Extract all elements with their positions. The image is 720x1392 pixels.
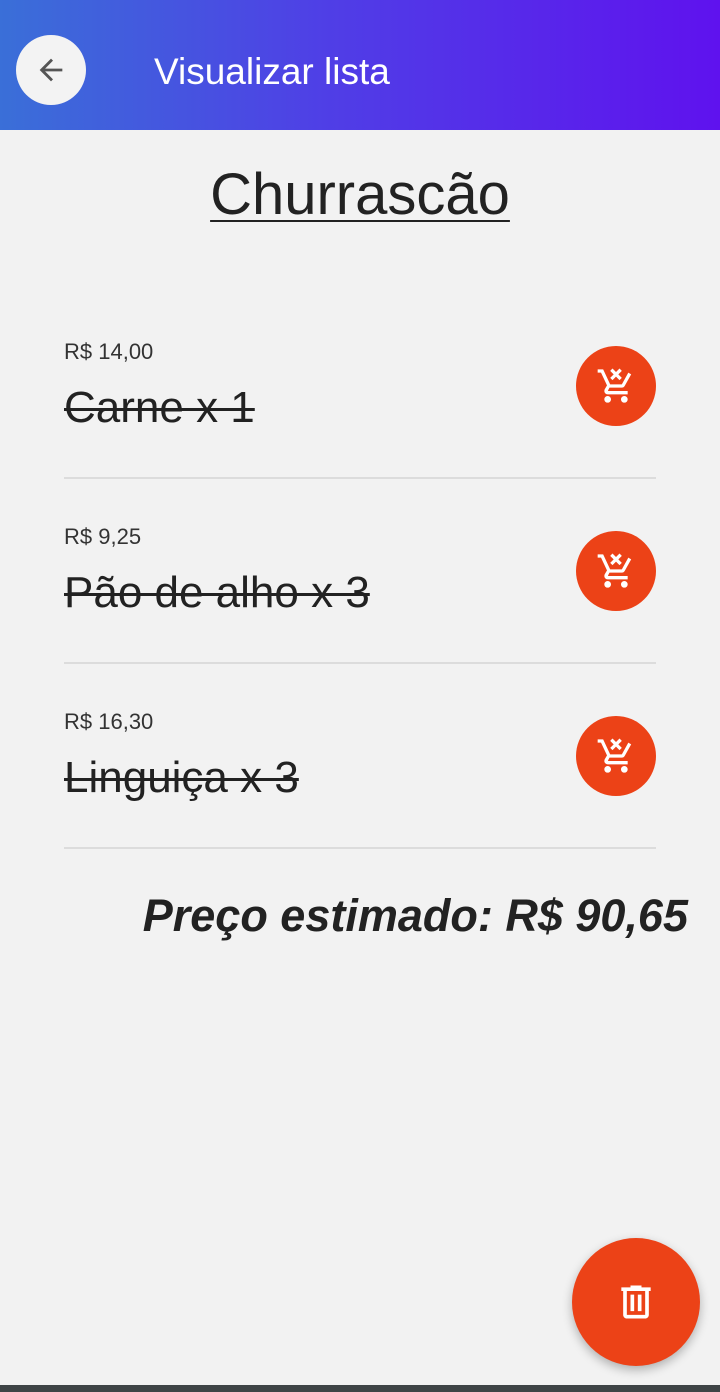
remove-from-cart-icon xyxy=(597,738,632,773)
back-button[interactable] xyxy=(16,35,86,105)
item-price: R$ 14,00 xyxy=(64,339,154,364)
system-navigation-bar xyxy=(0,1385,720,1392)
remove-from-cart-button[interactable] xyxy=(576,716,656,796)
remove-from-cart-button[interactable] xyxy=(576,346,656,426)
page-title: Visualizar lista xyxy=(154,51,390,92)
item-price: R$ 9,25 xyxy=(64,524,142,549)
list-item: R$ 16,30 Linguiça x 3 xyxy=(64,664,656,849)
list-name: Churrascão xyxy=(210,162,510,227)
list-item: R$ 9,25 Pão de alho x 3 xyxy=(64,479,656,664)
item-name: Linguiça x 3 xyxy=(64,753,299,802)
item-name: Pão de alho x 3 xyxy=(64,568,370,617)
remove-from-cart-icon xyxy=(597,553,632,588)
list-item: R$ 14,00 Carne x 1 xyxy=(64,294,656,479)
trash-icon xyxy=(621,1285,651,1319)
delete-list-button[interactable] xyxy=(572,1238,700,1366)
item-price: R$ 16,30 xyxy=(64,709,154,734)
remove-from-cart-icon xyxy=(597,368,632,403)
arrow-left-icon xyxy=(39,58,63,82)
estimated-total: Preço estimado: R$ 90,65 xyxy=(142,890,688,941)
app-bar: Visualizar lista xyxy=(0,0,720,130)
item-name: Carne x 1 xyxy=(64,383,255,432)
remove-from-cart-button[interactable] xyxy=(576,531,656,611)
